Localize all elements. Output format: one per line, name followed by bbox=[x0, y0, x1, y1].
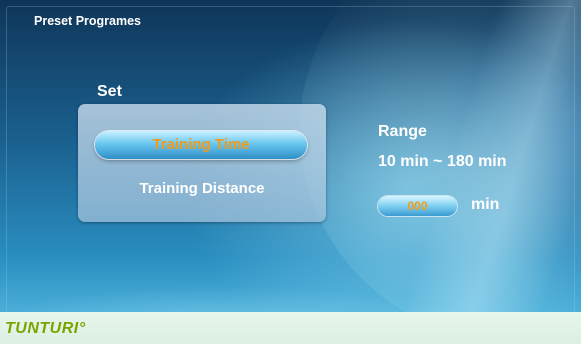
training-distance-button[interactable]: Training Distance bbox=[78, 180, 326, 197]
set-label: Set bbox=[97, 83, 122, 100]
option-panel: Training Time Training Distance bbox=[78, 104, 326, 222]
training-time-button[interactable]: Training Time bbox=[95, 131, 307, 159]
screen: Preset Programes Set Training Time Train… bbox=[0, 0, 581, 344]
value-unit: min bbox=[471, 196, 500, 213]
footer-bar: TUNTURI° bbox=[0, 312, 581, 344]
brand-logo: TUNTURI° bbox=[5, 320, 86, 337]
range-label: Range bbox=[378, 123, 427, 140]
range-value: 10 min ~ 180 min bbox=[378, 153, 507, 170]
value-input[interactable]: 000 bbox=[378, 196, 457, 216]
page-title: Preset Programes bbox=[34, 14, 142, 28]
